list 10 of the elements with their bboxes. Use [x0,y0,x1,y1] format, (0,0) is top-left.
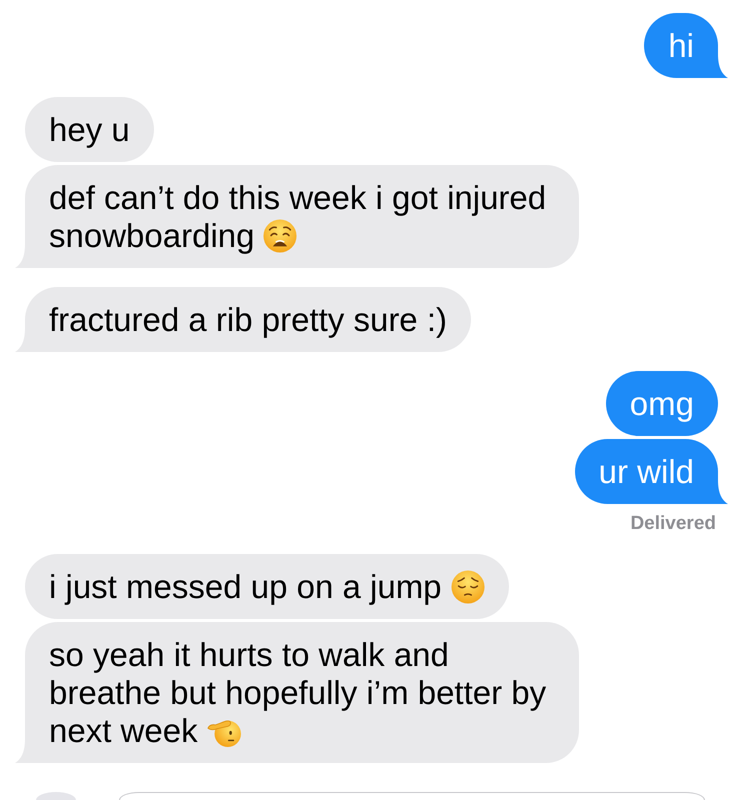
message-bubble[interactable]: i just messed up on a jump [25,554,509,619]
weary-face-icon [263,218,298,252]
message-bubble[interactable]: hey u [25,97,154,162]
message-bubble[interactable]: fractured a rib pretty sure :) [25,287,471,352]
message-input-field[interactable] [119,792,705,800]
pensive-face-icon [450,570,485,604]
message-bubble[interactable]: def can’t do this week i got injured snowboarding [25,165,579,268]
delivery-status: Delivered [630,513,716,535]
circle-button[interactable] [36,792,76,800]
message-bubble[interactable]: so yeah it hurts to walk and breathe but hopefully i’m better by next week [25,622,579,763]
